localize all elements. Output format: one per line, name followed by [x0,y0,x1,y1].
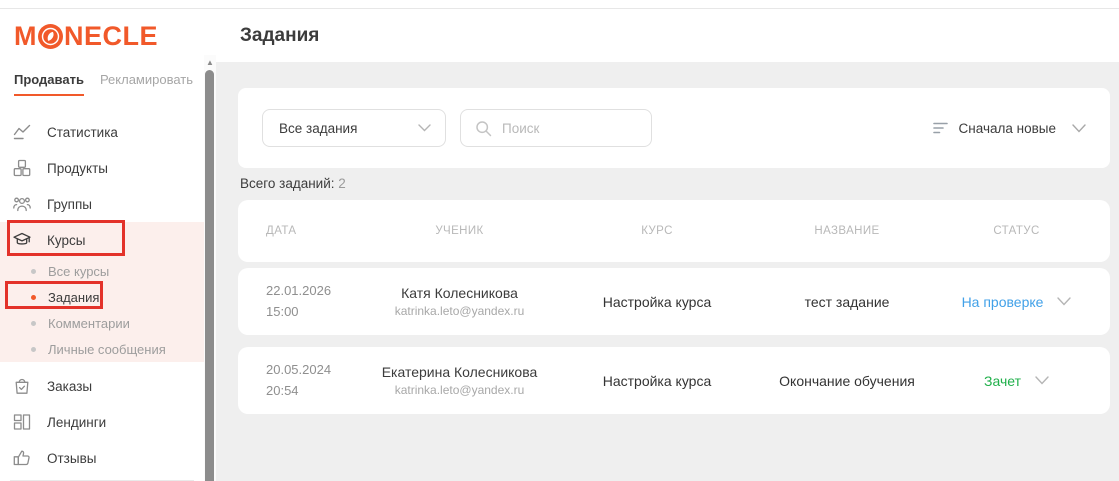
courses-section: Курсы Все курсы Задания Комментарии Личн… [0,222,204,362]
column-header-status: СТАТУС [947,225,1086,237]
column-header-date: ДАТА [262,225,352,237]
sidebar-subitem-label: Комментарии [48,316,130,331]
cell-date: 20.05.2024 20:54 [262,360,352,400]
cell-status: На проверке [947,294,1086,310]
sidebar-item-orders[interactable]: Заказы [0,368,204,404]
sidebar-subitem-tasks[interactable]: Задания [0,284,204,310]
sort-control[interactable]: Сначала новые [933,121,1086,136]
cell-student: Катя Колесникова katrinka.leto@yandex.ru [352,285,567,318]
sort-label: Сначала новые [959,121,1056,136]
sidebar-subitem-all-courses[interactable]: Все курсы [0,258,204,284]
bullet-icon [31,321,36,326]
bullet-icon [31,295,36,300]
sidebar-mode-tabs: Продавать Рекламировать [0,72,204,88]
column-header-name: НАЗВАНИЕ [747,225,947,237]
sidebar-item-label: Лендинги [47,415,106,430]
tasks-total-count: 2 [338,176,346,191]
sidebar-item-label: Отзывы [47,451,96,466]
cell-task-name: Окончание обучения [747,373,947,389]
table-row[interactable]: 22.01.2026 15:00 Катя Колесникова katrin… [238,268,1110,335]
filter-bar: Все задания Сначала новые [238,88,1110,168]
sidebar-item-statistics[interactable]: Статистика [0,114,204,150]
student-email: katrinka.leto@yandex.ru [352,383,567,397]
sidebar-item-courses[interactable]: Курсы [0,222,204,258]
logo-letter-m: M [14,23,37,50]
bullet-icon [31,347,36,352]
bullet-icon [31,269,36,274]
cell-student: Екатерина Колесникова katrinka.leto@yand… [352,364,567,397]
logo-letters-rest: NECLE [64,23,158,50]
cell-course: Настройка курса [567,373,747,389]
tab-advertise[interactable]: Рекламировать [100,72,193,88]
sidebar-item-landings[interactable]: Лендинги [0,404,204,440]
column-header-student: УЧЕНИК [352,225,567,237]
chevron-down-icon [1072,124,1086,133]
time-value: 15:00 [266,302,352,322]
sidebar-item-label: Статистика [47,125,118,140]
cubes-icon [13,159,31,177]
table-row[interactable]: 20.05.2024 20:54 Екатерина Колесникова k… [238,347,1110,414]
student-name: Катя Колесникова [352,285,567,301]
student-email: katrinka.leto@yandex.ru [352,304,567,318]
sidebar-item-label: Курсы [47,233,85,248]
layout-blocks-icon [13,413,31,431]
date-value: 20.05.2024 [266,360,352,380]
search-input[interactable] [502,121,632,136]
table-header-row: ДАТА УЧЕНИК КУРС НАЗВАНИЕ СТАТУС [238,200,1110,262]
tab-sell[interactable]: Продавать [14,72,84,88]
sidebar-item-label: Продукты [47,161,108,176]
page-title: Задания [240,25,319,47]
line-chart-icon [13,123,31,141]
leaf-circle-icon [38,24,63,49]
column-header-course: КУРС [567,225,747,237]
sidebar-subitem-label: Все курсы [48,264,109,279]
cell-date: 22.01.2026 15:00 [262,281,352,321]
tasks-total-summary: Всего заданий: 2 [240,176,1110,191]
graduation-cap-icon [13,231,31,249]
sidebar-scrollbar[interactable]: ▲ [204,55,216,481]
sidebar-subitem-private-messages[interactable]: Личные сообщения [0,336,204,362]
sidebar-item-reviews[interactable]: Отзывы [0,440,204,476]
thumbs-up-icon [13,449,31,467]
time-value: 20:54 [266,381,352,401]
date-value: 22.01.2026 [266,281,352,301]
sidebar-subitem-comments[interactable]: Комментарии [0,310,204,336]
content-area: Все задания Сначала новые [216,62,1119,481]
page-header: Задания [216,9,1119,62]
magnifier-icon [475,120,492,137]
sidebar-item-label: Группы [47,197,92,212]
search-field[interactable] [460,109,652,147]
chevron-down-icon [418,124,431,132]
status-badge: На проверке [962,294,1044,310]
cell-status: Зачет [947,373,1086,389]
sidebar-nav: Статистика Продукты [0,114,204,481]
scrollbar-up-arrow-icon[interactable]: ▲ [204,55,216,69]
sort-lines-icon [933,122,949,134]
scrollbar-thumb[interactable] [205,70,214,481]
task-type-select[interactable]: Все задания [262,109,446,147]
sidebar-item-groups[interactable]: Группы [0,186,204,222]
people-icon [13,195,31,213]
cell-course: Настройка курса [567,294,747,310]
sidebar: M NECLE Продавать Рекламировать [0,9,204,481]
sidebar-subitem-label: Личные сообщения [48,342,166,357]
monecle-logo[interactable]: M NECLE [0,9,204,50]
sidebar-item-label: Заказы [47,379,92,394]
shopping-bag-icon [13,377,31,395]
chevron-down-icon[interactable] [1057,297,1071,306]
app-window: M NECLE Продавать Рекламировать [0,0,1119,481]
student-name: Екатерина Колесникова [352,364,567,380]
chevron-down-icon[interactable] [1035,376,1049,385]
sidebar-item-products[interactable]: Продукты [0,150,204,186]
main-area: Задания Все задания [216,9,1119,481]
task-type-select-value: Все задания [279,121,357,136]
tasks-total-label: Всего заданий: [240,176,335,191]
cell-task-name: тест задание [747,294,947,310]
status-badge: Зачет [984,373,1021,389]
sidebar-subitem-label: Задания [48,290,99,305]
